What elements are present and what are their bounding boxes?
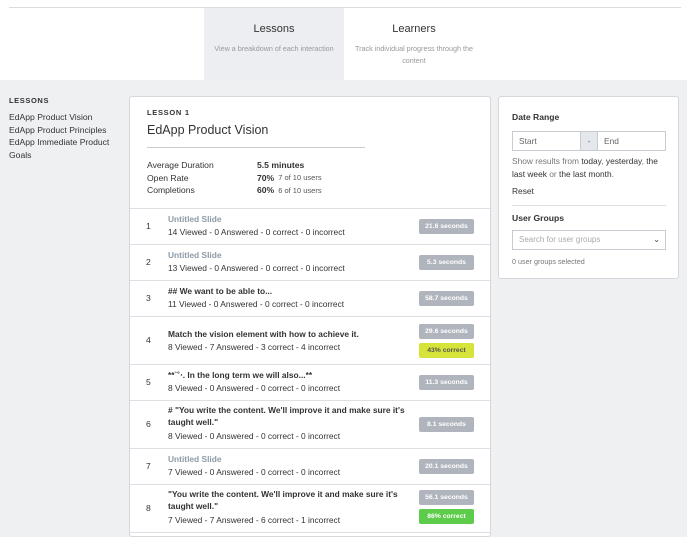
slide-info: 8 Viewed - 0 Answered - 0 correct - 0 in… [168,431,341,441]
start-date-input[interactable]: Start [512,131,581,151]
slide-number: 2 [146,257,151,267]
lesson-panel: LESSON 1 EdApp Product Vision Average Du… [129,96,491,537]
slide-row[interactable]: 2 Untitled Slide 13 Viewed - 0 Answered … [130,245,490,281]
stat-value: 60% [257,185,275,196]
stat-value: 70% [257,172,275,183]
time-badge: 20.1 seconds [419,459,474,474]
title-divider [147,147,365,148]
reset-link[interactable]: Reset [512,186,534,196]
end-date-input[interactable]: End [597,131,666,151]
correct-badge: 43% correct [419,343,474,358]
stat-completions: Completions 60% 6 of 10 users [147,184,447,197]
user-groups-title: User Groups [512,213,565,223]
stat-average-duration: Average Duration 5.5 minutes [147,159,447,172]
sidebar-item-product-vision[interactable]: EdApp Product Vision [9,111,124,124]
slide-title: Untitled Slide [168,214,222,224]
slide-title: # "You write the content. We'll improve … [168,405,405,427]
slide-number: 4 [146,335,151,345]
slide-row[interactable]: 3 ## We want to be able to... 11 Viewed … [130,281,490,317]
slide-title: **`˚‧. In the long term we will also...*… [168,370,313,380]
slide-row[interactable]: 8 "You write the content. We'll improve … [130,485,490,533]
slide-title: Match the vision element with how to ach… [168,329,359,339]
date-separator: - [581,131,597,151]
slide-number: 7 [146,461,151,471]
user-groups-select[interactable]: Search for user groups ⌄ [512,230,666,250]
slide-title: ## We want to be able to... [168,286,273,296]
tab-learners-title: Learners [392,23,436,35]
time-badge: 56.1 seconds [419,490,474,505]
slide-number: 1 [146,221,151,231]
slide-info: 13 Viewed - 0 Answered - 0 correct - 0 i… [168,263,345,273]
sidebar-heading: LESSONS [9,96,50,105]
slide-info: 7 Viewed - 7 Answered - 6 correct - 1 in… [168,515,341,525]
time-badge: 58.7 seconds [419,291,474,306]
shortcut-last-month[interactable]: the last month [559,169,612,179]
shortcut-prefix: Show results from [512,156,582,166]
tab-learners[interactable]: Learners Track individual progress throu… [344,8,484,80]
time-badge: 8.1 seconds [419,417,474,432]
time-badge: 21.6 seconds [419,219,474,234]
slide-row[interactable]: 4 Match the vision element with how to a… [130,317,490,365]
date-range-picker: Start - End [512,131,666,151]
slide-info: 7 Viewed - 0 Answered - 0 correct - 0 in… [168,467,341,477]
tab-lessons[interactable]: Lessons View a breakdown of each interac… [204,8,344,80]
slide-list: 1 Untitled Slide 14 Viewed - 0 Answered … [130,208,490,533]
time-badge: 5.3 seconds [419,255,474,270]
slide-number: 5 [146,377,151,387]
stat-open-rate: Open Rate 70% 7 of 10 users [147,172,447,185]
filter-divider [512,205,666,206]
top-bar: Lessons View a breakdown of each interac… [0,0,687,80]
user-groups-placeholder: Search for user groups [519,235,601,244]
slide-row[interactable]: 7 Untitled Slide 7 Viewed - 0 Answered -… [130,449,490,485]
shortcut-period: . [611,168,614,179]
slide-info: 8 Viewed - 7 Answered - 3 correct - 4 in… [168,342,341,352]
shortcut-yesterday[interactable]: yesterday [606,156,642,166]
correct-badge: 86% correct [419,509,474,524]
tab-lessons-desc: View a breakdown of each interaction [214,44,334,53]
time-badge: 11.3 seconds [419,375,474,390]
shortcut-today[interactable]: today [581,156,601,166]
chevron-down-icon: ⌄ [653,235,660,244]
lesson-stats: Average Duration 5.5 minutes Open Rate 7… [147,159,447,197]
slide-number: 3 [146,293,151,303]
slide-info: 14 Viewed - 0 Answered - 0 correct - 0 i… [168,227,345,237]
slide-row[interactable]: 1 Untitled Slide 14 Viewed - 0 Answered … [130,209,490,245]
tab-learners-desc: Track individual progress through the co… [355,44,473,65]
slide-row[interactable]: 6 # "You write the content. We'll improv… [130,401,490,449]
shortcut-or: or [546,168,560,179]
slide-title: Untitled Slide [168,250,222,260]
filter-panel: Date Range Start - End Show results from… [498,96,679,279]
slide-info: 11 Viewed - 0 Answered - 0 correct - 0 i… [168,299,345,309]
time-badge: 29.6 seconds [419,324,474,339]
user-groups-count: 0 user groups selected [512,257,585,266]
stat-key: Open Rate [147,172,189,183]
slide-info: 8 Viewed - 0 Answered - 0 correct - 0 in… [168,383,341,393]
stat-sub: 6 of 10 users [278,185,322,195]
slide-number: 6 [146,419,151,429]
stat-key: Average Duration [147,160,214,171]
slide-title: "You write the content. We'll improve it… [168,489,398,511]
stat-sub: 7 of 10 users [278,173,322,183]
lesson-label: LESSON 1 [147,108,190,117]
tab-lessons-title: Lessons [253,23,295,35]
slide-title: Untitled Slide [168,454,222,464]
date-range-title: Date Range [512,112,560,122]
stat-key: Completions [147,185,195,196]
date-shortcuts: Show results from today, yesterday, the … [512,155,668,180]
stat-value: 5.5 minutes [257,160,305,171]
slide-number: 8 [146,503,151,513]
sidebar-item-immediate-goals[interactable]: EdApp Immediate Product Goals [9,136,124,161]
lessons-sidebar: LESSONS EdApp Product Vision EdApp Produ… [9,96,124,161]
slide-row[interactable]: 5 **`˚‧. In the long term we will also..… [130,365,490,401]
sidebar-item-product-principles[interactable]: EdApp Product Principles [9,124,124,137]
lesson-title: EdApp Product Vision [147,123,269,137]
